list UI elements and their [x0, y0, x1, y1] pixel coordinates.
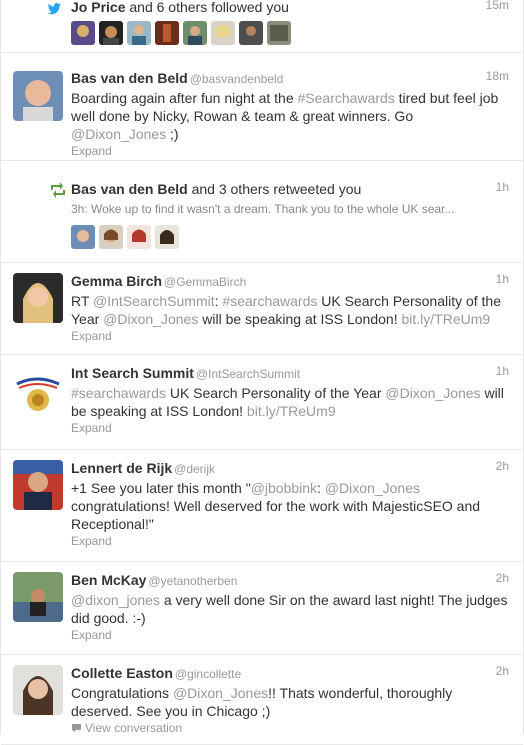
follower-avatar[interactable]	[211, 21, 235, 45]
retweet-notification[interactable]: Bas van den Beld and 3 others retweeted …	[1, 161, 523, 263]
tweet-text: +1 See you later this month "@jbobbink: …	[71, 479, 511, 533]
retweeter-avatar[interactable]	[155, 225, 179, 249]
tweet-text-segment: ;)	[166, 126, 179, 142]
mention-link[interactable]: @IntSearchSummit	[93, 293, 215, 309]
follower-name[interactable]: Jo Price	[71, 0, 125, 15]
url-link[interactable]: bit.ly/TReUm9	[401, 311, 490, 327]
mention-link[interactable]: @Dixon_Jones	[103, 311, 198, 327]
timestamp[interactable]: 1h	[496, 180, 509, 194]
avatar[interactable]	[13, 71, 63, 121]
follower-avatar[interactable]	[239, 21, 263, 45]
tweet-text-segment: :	[317, 480, 325, 496]
follower-avatar[interactable]	[183, 21, 207, 45]
author-name[interactable]: Collette Easton	[71, 665, 173, 681]
tweet-text-segment: +1 See you later this month "	[71, 480, 251, 496]
author-name[interactable]: Ben McKay	[71, 572, 146, 588]
tweet[interactable]: Lennert de Rijk @derijk +1 See you later …	[1, 450, 523, 562]
timestamp[interactable]: 2h	[496, 571, 509, 585]
tweet-text: Congratulations @Dixon_Jones!! Thats won…	[71, 684, 511, 720]
retweet-icon	[49, 181, 67, 199]
author-name[interactable]: Gemma Birch	[71, 273, 162, 289]
hashtag-link[interactable]: #searchawards	[71, 385, 166, 401]
expand-link[interactable]: Expand	[71, 534, 511, 548]
follow-summary: and 6 others followed you	[129, 0, 289, 15]
follow-notification[interactable]: Jo Price and 6 others followed you 15m	[1, 0, 523, 53]
avatar[interactable]	[13, 572, 63, 622]
timestamp[interactable]: 2h	[496, 459, 509, 473]
twitter-bird-icon	[45, 0, 63, 18]
tweet[interactable]: Bas van den Beld @basvandenbeld Boarding …	[1, 53, 523, 161]
tweet-text-segment: Congratulations	[71, 685, 173, 701]
retweeter-avatar[interactable]	[99, 225, 123, 249]
notifications-feed: Jo Price and 6 others followed you 15m B…	[0, 0, 524, 745]
timestamp[interactable]: 15m	[486, 0, 509, 12]
follower-avatar[interactable]	[71, 21, 95, 45]
mention-link[interactable]: @jbobbink	[251, 480, 317, 496]
avatar[interactable]	[13, 665, 63, 715]
hashtag-link[interactable]: #Searchawards	[298, 90, 395, 106]
mention-link[interactable]: @dixon_jones	[71, 592, 160, 608]
author-handle[interactable]: @derijk	[174, 462, 215, 476]
author-handle[interactable]: @yetanotherben	[148, 574, 237, 588]
tweet-text-segment: UK Search Personality of the Year	[165, 385, 386, 401]
timestamp[interactable]: 1h	[496, 364, 509, 378]
author-handle[interactable]: @basvandenbeld	[190, 72, 284, 86]
author-name[interactable]: Bas van den Beld	[71, 70, 188, 86]
retweeter-avatars	[71, 225, 511, 249]
expand-link[interactable]: Expand	[71, 329, 511, 343]
author-handle[interactable]: @GemmaBirch	[164, 275, 246, 289]
tweet-text-segment: Boarding again after fun night at the	[71, 90, 298, 106]
tweet-text: RT @IntSearchSummit: #searchawards UK Se…	[71, 292, 511, 328]
tweet-text-segment: congratulations! Well deserved for the w…	[71, 498, 481, 532]
author-handle[interactable]: @gincollette	[175, 667, 241, 681]
author-name[interactable]: Lennert de Rijk	[71, 460, 172, 476]
follower-avatar[interactable]	[127, 21, 151, 45]
hashtag-link[interactable]: #searchawards	[222, 293, 317, 309]
tweet-text: Boarding again after fun night at the #S…	[71, 89, 511, 143]
tweet[interactable]: Int Search Summit @IntSearchSummit #searc…	[1, 355, 523, 450]
mention-link[interactable]: @Dixon_Jones	[325, 480, 420, 496]
expand-link[interactable]: Expand	[71, 421, 511, 435]
follower-avatar[interactable]	[99, 21, 123, 45]
tweet-text: #searchawards UK Search Personality of t…	[71, 384, 511, 420]
follower-avatars	[71, 21, 511, 45]
timestamp[interactable]: 18m	[486, 69, 509, 83]
mention-link[interactable]: @Dixon_Jones	[173, 685, 268, 701]
timestamp[interactable]: 2h	[496, 664, 509, 678]
retweeter-avatar[interactable]	[71, 225, 95, 249]
view-conversation-label: View conversation	[85, 721, 183, 735]
tweet[interactable]: Ben McKay @yetanotherben @dixon_jones a v…	[1, 562, 523, 655]
follower-avatar[interactable]	[155, 21, 179, 45]
tweet-text-segment: will be speaking at ISS London!	[198, 311, 402, 327]
tweet-text: @dixon_jones a very well done Sir on the…	[71, 591, 511, 627]
timestamp[interactable]: 1h	[496, 272, 509, 286]
retweeter-avatar[interactable]	[127, 225, 151, 249]
avatar[interactable]	[13, 368, 63, 418]
url-link[interactable]: bit.ly/TReUm9	[247, 403, 336, 419]
mention-link[interactable]: @Dixon_Jones	[385, 385, 480, 401]
mention-link[interactable]: @Dixon_Jones	[71, 126, 166, 142]
follower-avatar[interactable]	[267, 21, 291, 45]
expand-link[interactable]: Expand	[71, 144, 511, 158]
avatar[interactable]	[13, 273, 63, 323]
retweeted-tweet-preview[interactable]: 3h: Woke up to find it wasn't a dream. T…	[71, 200, 511, 218]
author-handle[interactable]: @IntSearchSummit	[196, 367, 300, 381]
tweet[interactable]: Collette Easton @gincollette Congratulati…	[1, 655, 523, 745]
tweet[interactable]: Gemma Birch @GemmaBirch RT @IntSearchSumm…	[1, 263, 523, 355]
avatar[interactable]	[13, 460, 63, 510]
author-name[interactable]: Int Search Summit	[71, 365, 194, 381]
retweet-summary: and 3 others retweeted you	[191, 181, 362, 197]
retweeter-name[interactable]: Bas van den Beld	[71, 181, 188, 197]
tweet-text-segment: RT	[71, 293, 94, 309]
expand-link[interactable]: Expand	[71, 628, 511, 642]
